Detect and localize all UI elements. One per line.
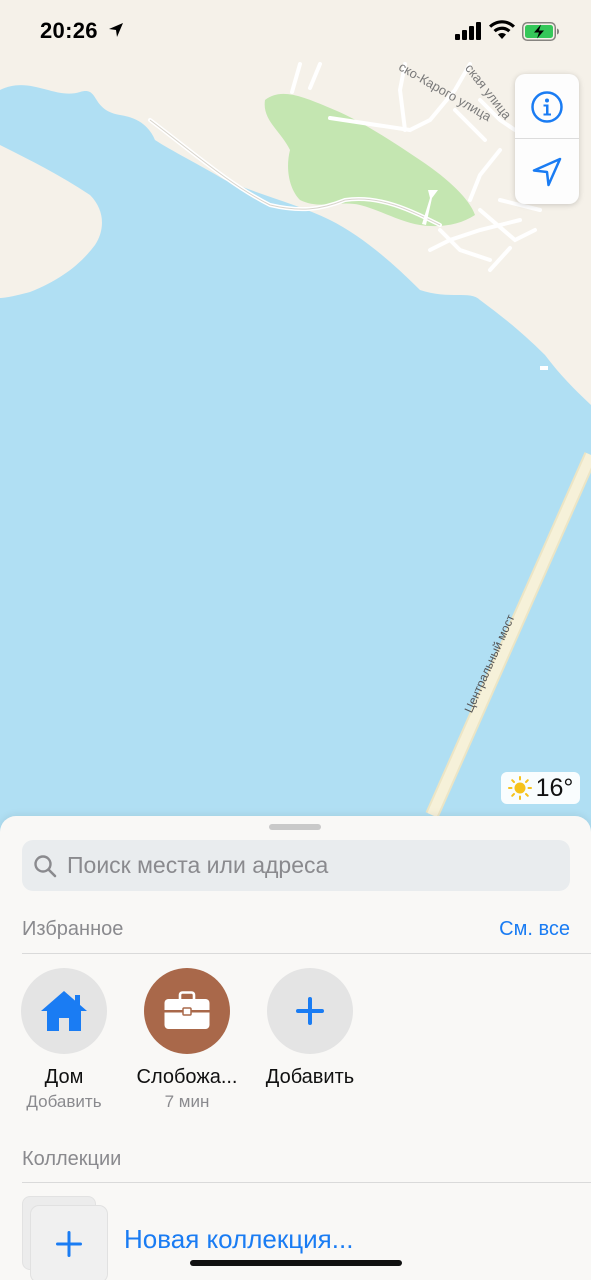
collections-title: Коллекции <box>22 1148 122 1170</box>
weather-badge: 16° <box>501 772 580 804</box>
search-input[interactable] <box>65 851 549 880</box>
plus-icon <box>296 997 324 1025</box>
briefcase-icon <box>164 991 210 1029</box>
see-all-link[interactable]: См. все <box>499 918 570 941</box>
search-bar[interactable] <box>22 840 570 891</box>
status-bar: 20:26 <box>0 0 591 64</box>
info-icon <box>531 90 563 123</box>
favorite-work-circle[interactable] <box>144 968 230 1054</box>
favorite-home-circle[interactable] <box>21 968 107 1054</box>
location-arrow-icon <box>532 157 562 186</box>
search-icon <box>34 854 57 877</box>
plus-icon <box>56 1231 82 1257</box>
location-arrow-icon <box>109 23 123 37</box>
map-canvas[interactable] <box>0 0 591 840</box>
favorite-add-circle[interactable] <box>267 968 353 1054</box>
maps-screen: ско-Карого улица ская улица Центральный … <box>0 0 591 1280</box>
favorite-subtitle: Добавить <box>26 1092 102 1111</box>
favorite-add[interactable]: Добавить <box>250 968 370 1092</box>
divider <box>22 953 591 954</box>
home-indicator[interactable] <box>190 1260 402 1266</box>
home-icon <box>41 991 87 1031</box>
new-collection-button[interactable]: Новая коллекция... <box>124 1224 353 1255</box>
map-controls <box>515 74 579 204</box>
favorite-title: Добавить <box>265 1066 355 1088</box>
favorite-title: Слобожа... <box>136 1066 238 1088</box>
sun-icon <box>507 776 532 800</box>
temperature: 16° <box>535 773 574 802</box>
favorites-title: Избранное <box>22 918 124 940</box>
battery-charging-icon <box>522 22 559 41</box>
collection-stack-front[interactable] <box>31 1206 107 1280</box>
bottom-sheet[interactable]: Избранное См. все Дом Добавить <box>0 816 591 1280</box>
controls-divider <box>515 138 579 139</box>
status-time: 20:26 <box>40 18 98 43</box>
favorites-header: Избранное См. все <box>22 918 570 948</box>
map-view[interactable]: ско-Карого улица ская улица Центральный … <box>0 0 591 840</box>
favorite-home[interactable]: Дом Добавить <box>4 968 124 1112</box>
favorite-title: Дом <box>44 1066 84 1088</box>
current-location-button[interactable] <box>515 139 579 204</box>
favorite-work[interactable]: Слобожа... 7 мин <box>127 968 247 1112</box>
info-button[interactable] <box>515 74 579 139</box>
collections-header: Коллекции <box>22 1148 570 1178</box>
divider <box>22 1182 591 1183</box>
sheet-grabber[interactable] <box>269 824 321 830</box>
favorite-subtitle: 7 мин <box>164 1092 210 1111</box>
wifi-icon <box>489 20 515 39</box>
cellular-signal-icon <box>455 22 481 40</box>
